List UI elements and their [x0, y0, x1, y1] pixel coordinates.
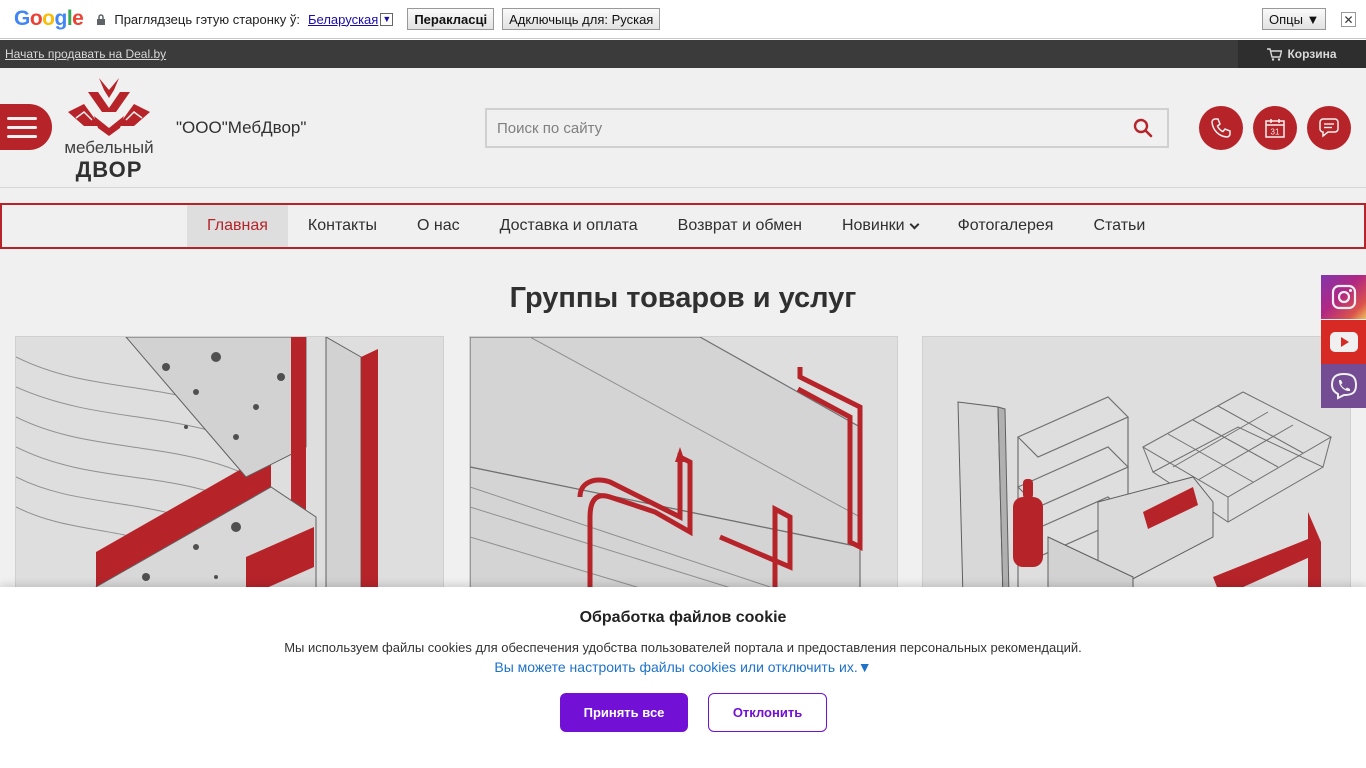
category-image-kitchen-baskets — [923, 337, 1350, 595]
logo-mark — [68, 78, 150, 136]
close-icon[interactable]: ✕ — [1341, 12, 1356, 27]
cookie-banner: Обработка файлов cookie Мы используем фа… — [0, 587, 1366, 768]
accept-all-button[interactable]: Принять все — [560, 693, 688, 732]
instagram-button[interactable] — [1321, 275, 1366, 319]
nav-item-label: Фотогалерея — [957, 217, 1054, 234]
youtube-icon — [1329, 332, 1358, 352]
nav-item[interactable]: Статьи — [1073, 205, 1165, 247]
company-name: "ООО"МебДвор" — [176, 118, 307, 137]
section-title: Группы товаров и услуг — [509, 282, 857, 314]
nav-item[interactable]: Доставка и оплата — [480, 205, 658, 247]
instagram-icon — [1331, 284, 1356, 310]
cookie-settings-link[interactable]: Вы можете настроить файлы cookies или от… — [0, 659, 1366, 675]
decline-button[interactable]: Отклонить — [708, 693, 827, 732]
cart-label: Корзина — [1287, 47, 1337, 61]
top-bar: Начать продавать на Deal.by Корзина — [0, 40, 1366, 68]
cookie-title: Обработка файлов cookie — [579, 609, 787, 626]
menu-icon[interactable] — [0, 104, 52, 150]
phone-button[interactable] — [1199, 106, 1243, 150]
translate-prompt: Праглядзець гэтую старонку ў: — [114, 11, 300, 27]
start-selling-link[interactable]: Начать продавать на Deal.by — [5, 47, 166, 61]
nav-item-label: Доставка и оплата — [499, 217, 638, 234]
nav-item-label: Главная — [207, 217, 268, 234]
chevron-down-icon — [909, 219, 920, 229]
category-card[interactable] — [469, 336, 898, 596]
search-icon[interactable] — [1133, 118, 1153, 138]
translate-bar: Google Праглядзець гэтую старонку ў: Бел… — [0, 0, 1366, 39]
site-logo[interactable]: мебельный ДВОР — [54, 76, 164, 182]
category-card[interactable] — [15, 336, 444, 596]
cart-icon — [1267, 47, 1283, 61]
logo-text-line1: мебельный — [64, 138, 154, 157]
cookie-text: Мы используем файлы cookies для обеспече… — [284, 640, 1082, 655]
nav-item-label: Возврат и обмен — [677, 217, 802, 234]
calendar-day: 31 — [1271, 128, 1280, 137]
logo-text-line2: ДВОР — [75, 157, 143, 182]
main-navigation: Главная Контакты О нас Доставка и оплата Воз… — [0, 203, 1366, 249]
language-select[interactable]: Беларуская — [308, 12, 378, 27]
nav-item[interactable]: Главная — [187, 205, 288, 247]
phone-icon — [1211, 118, 1231, 138]
nav-item-label: Новинки — [841, 217, 905, 234]
nav-item[interactable]: Новинки — [822, 205, 938, 247]
nav-item-label: Статьи — [1093, 217, 1146, 234]
chevron-down-icon[interactable]: ▼ — [380, 12, 394, 26]
lock-icon — [96, 14, 106, 25]
viber-button[interactable] — [1321, 364, 1366, 408]
site-header: мебельный ДВОР "ООО"МебДвор" 31 — [0, 68, 1366, 188]
nav-item-label: О нас — [417, 217, 460, 234]
category-image-aluminum-profile — [470, 337, 897, 595]
translate-button[interactable]: Перакласці — [407, 8, 495, 30]
category-image-board-edging — [16, 337, 443, 595]
chat-icon — [1319, 118, 1339, 138]
nav-item[interactable]: Фотогалерея — [938, 205, 1074, 247]
google-logo: Google — [14, 7, 84, 30]
options-button[interactable]: Опцы ▼ — [1262, 8, 1327, 30]
search-input[interactable] — [497, 110, 1117, 146]
search-box — [485, 108, 1169, 148]
viber-icon — [1330, 372, 1357, 400]
disable-translate-button[interactable]: Адключыць для: Руская — [502, 8, 661, 30]
nav-item[interactable]: Контакты — [288, 205, 397, 247]
category-card[interactable] — [922, 336, 1351, 596]
calendar-button[interactable]: 31 — [1253, 106, 1297, 150]
nav-item-label: Контакты — [307, 217, 378, 234]
nav-item[interactable]: О нас — [397, 205, 480, 247]
cart-button[interactable]: Корзина — [1238, 40, 1366, 68]
calendar-icon: 31 — [1265, 119, 1285, 138]
nav-item[interactable]: Возврат и обмен — [658, 205, 822, 247]
chat-button[interactable] — [1307, 106, 1351, 150]
youtube-button[interactable] — [1321, 320, 1366, 364]
